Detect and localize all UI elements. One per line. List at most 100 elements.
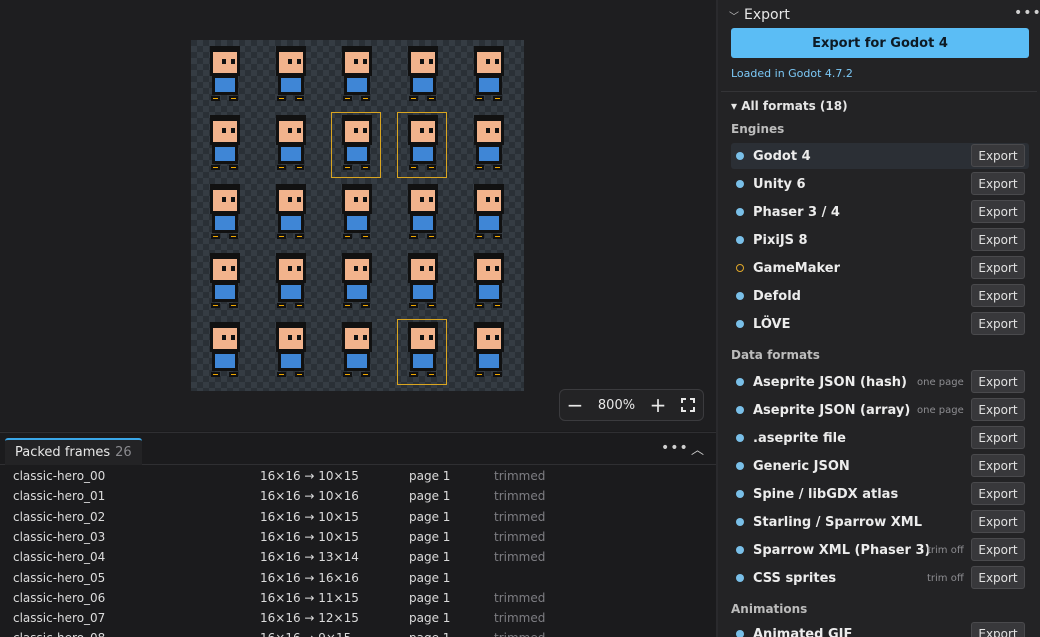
sprite-sheet-preview[interactable]: [191, 40, 524, 391]
format-name: LÖVE: [753, 317, 791, 332]
export-button[interactable]: Export: [971, 454, 1025, 477]
sprite-frame[interactable]: [398, 251, 446, 315]
sprite-frame[interactable]: [266, 182, 314, 246]
sprite-frame[interactable]: [464, 320, 512, 384]
zoom-out-button[interactable]: −: [560, 390, 590, 420]
export-button[interactable]: Export: [971, 228, 1025, 251]
table-row[interactable]: classic-hero_08 16×16 → 9×15 page 1 trimmed: [0, 628, 716, 637]
status-dot-icon: [736, 630, 744, 637]
sprite-frame[interactable]: [464, 182, 512, 246]
format-item[interactable]: Generic JSON Export: [731, 453, 1029, 479]
sprite-frame[interactable]: [266, 251, 314, 315]
format-name: CSS sprites: [753, 571, 837, 586]
export-button[interactable]: Export: [971, 200, 1025, 223]
format-item[interactable]: .aseprite file Export: [731, 425, 1029, 451]
table-row[interactable]: classic-hero_06 16×16 → 11×15 page 1 trimme…: [0, 588, 716, 608]
format-item[interactable]: Animated GIF Export: [731, 621, 1029, 637]
sprite-frame[interactable]: [332, 44, 380, 108]
export-section-header[interactable]: ﹀ Export •••: [718, 0, 1040, 28]
export-button[interactable]: Export: [971, 172, 1025, 195]
frame-size: 16×16 → 13×14: [260, 550, 359, 565]
table-row[interactable]: classic-hero_03 16×16 → 10×15 page 1 trimme…: [0, 527, 716, 547]
sprite-frame[interactable]: [332, 320, 380, 384]
sprite-frame[interactable]: [397, 319, 447, 385]
all-formats-toggle[interactable]: ▾ All formats (18): [731, 99, 848, 113]
format-item[interactable]: Phaser 3 / 4 Export: [731, 199, 1029, 225]
format-item[interactable]: LÖVE Export: [731, 311, 1029, 337]
format-item[interactable]: GameMaker Export: [731, 255, 1029, 281]
fit-to-view-button[interactable]: [673, 390, 703, 420]
sprite-frame[interactable]: [331, 112, 381, 178]
format-name: Spine / libGDX atlas: [753, 487, 899, 502]
frame-name: classic-hero_06: [13, 590, 106, 605]
format-name: Generic JSON: [753, 459, 850, 474]
export-button[interactable]: Export: [971, 622, 1025, 637]
frame-page: page 1: [409, 509, 451, 524]
export-button[interactable]: Export: [971, 312, 1025, 335]
ellipsis-icon[interactable]: •••: [661, 440, 689, 456]
format-item[interactable]: CSS sprites trim off Export: [731, 565, 1029, 591]
sprite-frame[interactable]: [200, 113, 248, 177]
format-item[interactable]: Spine / libGDX atlas Export: [731, 481, 1029, 507]
table-row[interactable]: classic-hero_02 16×16 → 10×15 page 1 trimme…: [0, 507, 716, 527]
sprite-frame[interactable]: [332, 251, 380, 315]
format-item[interactable]: Sparrow XML (Phaser 3) trim off Export: [731, 537, 1029, 563]
table-row[interactable]: classic-hero_01 16×16 → 10×16 page 1 trimme…: [0, 486, 716, 506]
frame-page: page 1: [409, 550, 451, 565]
sprite-frame[interactable]: [464, 44, 512, 108]
format-note: trim off: [927, 545, 964, 556]
frame-name: classic-hero_01: [13, 489, 106, 504]
ellipsis-icon[interactable]: •••: [1014, 5, 1040, 21]
table-row[interactable]: classic-hero_04 16×16 → 13×14 page 1 trimme…: [0, 547, 716, 567]
format-item[interactable]: Defold Export: [731, 283, 1029, 309]
sprite-frame[interactable]: [332, 182, 380, 246]
export-button[interactable]: Export: [971, 538, 1025, 561]
sprite-canvas[interactable]: − 800% +: [0, 0, 716, 431]
sprite-frame[interactable]: [200, 251, 248, 315]
sprite-frame[interactable]: [266, 44, 314, 108]
sprite-frame[interactable]: [200, 44, 248, 108]
status-dot-icon: [736, 236, 744, 244]
export-button[interactable]: Export: [971, 566, 1025, 589]
frame-size: 16×16 → 16×16: [260, 570, 359, 585]
packed-frames-panel: Packed frames 26 ••• ︿ classic-hero_00 16…: [0, 432, 716, 637]
export-button[interactable]: Export: [971, 256, 1025, 279]
sprite-frame[interactable]: [200, 182, 248, 246]
export-button[interactable]: Export: [971, 370, 1025, 393]
format-item[interactable]: Starling / Sparrow XML Export: [731, 509, 1029, 535]
frame-page: page 1: [409, 611, 451, 626]
table-row[interactable]: classic-hero_05 16×16 → 16×16 page 1: [0, 568, 716, 588]
export-button[interactable]: Export: [971, 482, 1025, 505]
format-item[interactable]: Aseprite JSON (array) one page Export: [731, 397, 1029, 423]
zoom-in-button[interactable]: +: [643, 390, 673, 420]
sprite-frame[interactable]: [398, 44, 446, 108]
export-button[interactable]: Export: [971, 144, 1025, 167]
chevron-down-icon: ﹀: [729, 12, 739, 23]
sprite-frame[interactable]: [200, 320, 248, 384]
frame-page: page 1: [409, 529, 451, 544]
export-button[interactable]: Export: [971, 284, 1025, 307]
export-button[interactable]: Export: [971, 426, 1025, 449]
export-button[interactable]: Export: [971, 398, 1025, 421]
sprite-frame[interactable]: [398, 182, 446, 246]
format-item[interactable]: Godot 4 Export: [731, 143, 1029, 169]
sprite-frame[interactable]: [464, 113, 512, 177]
frame-size: 16×16 → 10×15: [260, 509, 359, 524]
export-button[interactable]: Export: [971, 510, 1025, 533]
frame-name: classic-hero_02: [13, 509, 106, 524]
export-primary-button[interactable]: Export for Godot 4: [731, 28, 1029, 58]
sprite-frame[interactable]: [397, 112, 447, 178]
sprite-frame[interactable]: [266, 113, 314, 177]
divider: [721, 91, 1037, 92]
table-row[interactable]: classic-hero_00 16×16 → 10×15 page 1 trimme…: [0, 466, 716, 486]
sprite-frame[interactable]: [266, 320, 314, 384]
format-group-label: Data formats: [731, 348, 820, 362]
sprite-frame[interactable]: [464, 251, 512, 315]
chevron-up-icon[interactable]: ︿: [691, 439, 704, 458]
tab-packed-frames[interactable]: Packed frames 26: [5, 438, 142, 465]
format-note: one page: [917, 377, 964, 388]
table-row[interactable]: classic-hero_07 16×16 → 12×15 page 1 trimme…: [0, 608, 716, 628]
format-item[interactable]: Aseprite JSON (hash) one page Export: [731, 369, 1029, 395]
format-item[interactable]: PixiJS 8 Export: [731, 227, 1029, 253]
format-item[interactable]: Unity 6 Export: [731, 171, 1029, 197]
